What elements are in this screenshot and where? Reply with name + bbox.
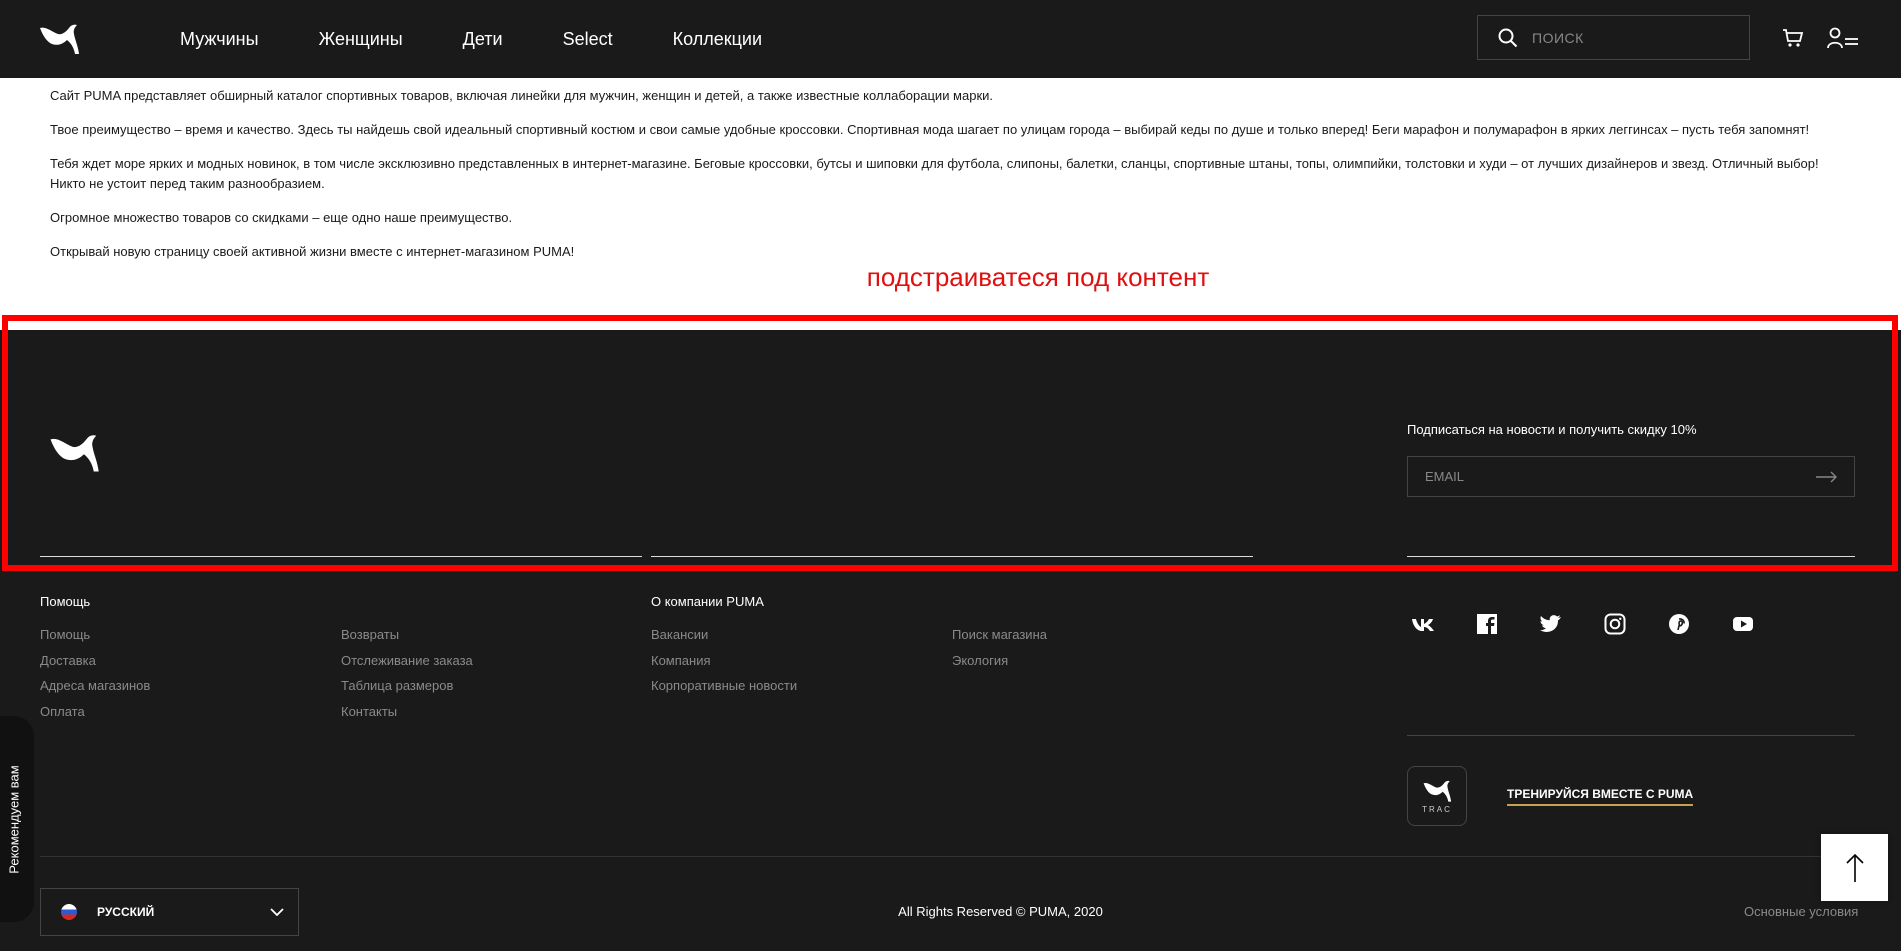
seo-paragraph: Твое преимущество – время и качество. Зд…	[50, 122, 1810, 137]
divider	[40, 556, 642, 557]
footer-link-delivery[interactable]: Доставка	[40, 653, 96, 668]
email-placeholder: EMAIL	[1425, 469, 1465, 484]
seo-paragraph: Открывай новую страницу своей активной ж…	[50, 244, 575, 259]
seo-text: Сайт PUMA представляет обширный каталог …	[50, 86, 1840, 276]
footer-link-size-chart[interactable]: Таблица размеров	[341, 678, 453, 693]
arrow-up-icon	[1845, 853, 1864, 882]
trac-label: TRAC	[1422, 804, 1452, 814]
footer-link-returns[interactable]: Возвраты	[341, 627, 399, 642]
footer-link-contacts[interactable]: Контакты	[341, 704, 397, 719]
terms-link[interactable]: Основные условия	[1744, 904, 1858, 919]
nav-kids[interactable]: Дети	[463, 29, 503, 50]
youtube-icon[interactable]	[1731, 613, 1755, 635]
divider	[651, 556, 1253, 557]
puma-trac-logo-icon	[1423, 780, 1452, 802]
search-placeholder: ПОИСК	[1532, 29, 1584, 46]
subscribe-title: Подписаться на новости и получить скидку…	[1407, 422, 1697, 437]
footer-link-vacancies[interactable]: Вакансии	[651, 627, 708, 642]
nav-men[interactable]: Мужчины	[180, 29, 259, 50]
trac-app-badge[interactable]: TRAC	[1407, 766, 1467, 826]
divider	[40, 856, 1861, 857]
footer-link-store-finder[interactable]: Поиск магазина	[952, 627, 1047, 642]
nav-women[interactable]: Женщины	[319, 29, 403, 50]
divider	[1407, 735, 1855, 736]
annotation-note: подстраиватеся под контент	[866, 262, 1210, 292]
footer-link-store-addresses[interactable]: Адреса магазинов	[40, 678, 150, 693]
instagram-icon[interactable]	[1603, 613, 1627, 635]
footer-link-company[interactable]: Компания	[651, 653, 711, 668]
cart-icon[interactable]	[1782, 27, 1804, 49]
help-title: Помощь	[40, 594, 91, 609]
puma-logo-icon[interactable]	[38, 22, 80, 56]
seo-paragraph: Огромное множество товаров со скидками –…	[50, 210, 513, 225]
divider	[1407, 556, 1855, 557]
footer-link-corporate-news[interactable]: Корпоративные новости	[651, 678, 797, 693]
email-field[interactable]: EMAIL	[1407, 456, 1855, 497]
site-header: Мужчины Женщины Дети Select Коллекции ПО…	[0, 0, 1901, 78]
arrow-right-icon[interactable]	[1816, 471, 1838, 483]
search-input[interactable]: ПОИСК	[1477, 15, 1750, 60]
twitter-icon[interactable]	[1539, 613, 1563, 635]
account-menu-icon[interactable]	[1827, 27, 1859, 49]
footer-puma-logo-icon[interactable]	[48, 432, 100, 474]
seo-paragraph: Сайт PUMA представляет обширный каталог …	[50, 88, 994, 103]
facebook-icon[interactable]	[1475, 613, 1499, 635]
pinterest-icon[interactable]	[1667, 613, 1691, 635]
footer-link-order-tracking[interactable]: Отслеживание заказа	[341, 653, 473, 668]
vk-icon[interactable]	[1411, 613, 1435, 635]
recommendations-tab[interactable]: Рекомендуем вам	[0, 716, 34, 922]
company-title: О компании PUMA	[651, 594, 764, 609]
seo-paragraph: Тебя ждет море ярких и модных новинок, в…	[50, 156, 1819, 191]
footer-link-ecology[interactable]: Экология	[952, 653, 1008, 668]
copyright-text: All Rights Reserved © PUMA, 2020	[898, 904, 1103, 919]
footer-link-help[interactable]: Помощь	[40, 627, 90, 642]
recommendations-label: Рекомендуем вам	[6, 764, 22, 874]
nav-select[interactable]: Select	[563, 29, 613, 50]
search-icon	[1498, 28, 1518, 47]
main-nav: Мужчины Женщины Дети Select Коллекции	[180, 0, 822, 78]
train-with-puma-link[interactable]: ТРЕНИРУЙСЯ ВМЕСТЕ С PUMA	[1507, 787, 1694, 806]
footer-link-payment[interactable]: Оплата	[40, 704, 85, 719]
scroll-to-top-button[interactable]	[1821, 834, 1888, 901]
nav-collections[interactable]: Коллекции	[673, 29, 762, 50]
